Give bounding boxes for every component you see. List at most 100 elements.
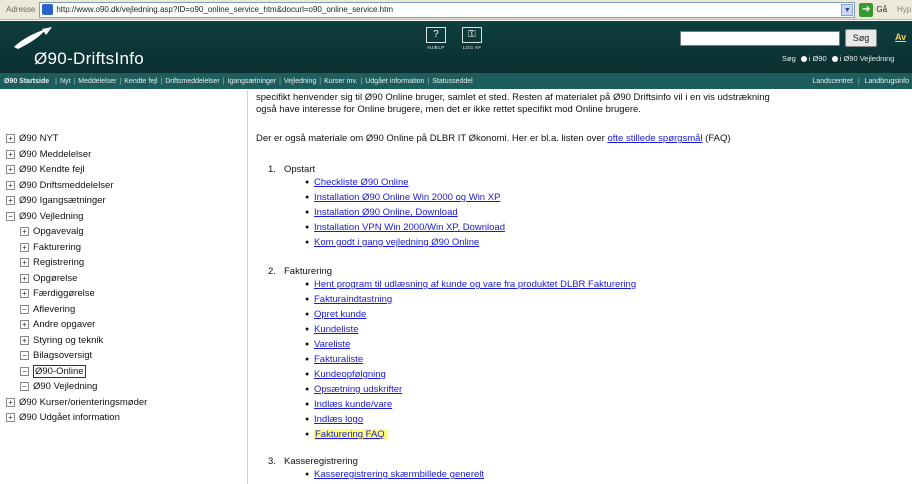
nav-item-nyt[interactable]: Nyt: [60, 78, 71, 85]
doc-link[interactable]: Kasseregistrering skærmbillede generelt: [314, 469, 484, 480]
tree-item[interactable]: + Fakturering: [0, 240, 247, 256]
doc-link[interactable]: Installation VPN Win 2000/Win XP, Downlo…: [314, 222, 505, 233]
doc-link-highlighted[interactable]: Fakturering FAQ: [314, 429, 388, 440]
nav-home[interactable]: Ø90 Startside: [0, 78, 52, 85]
expand-icon[interactable]: +: [6, 165, 15, 175]
expand-icon[interactable]: +: [6, 397, 15, 407]
logout-label: LOG AF: [462, 45, 482, 50]
doc-link[interactable]: Checkliste Ø90 Online: [314, 177, 409, 188]
tree-item[interactable]: + Ø90 Kendte fejl: [0, 162, 247, 178]
tree-item-label: Færdiggørelse: [33, 288, 95, 300]
scope-option-o90: i Ø90: [808, 54, 827, 63]
scope-radio-o90[interactable]: [800, 55, 807, 62]
nav-item-kendte-fejl[interactable]: Kendte fejl: [124, 78, 157, 85]
doc-link[interactable]: Opret kunde: [314, 309, 366, 320]
search-scope-label: Søg: [782, 54, 796, 63]
nav-item-igangsaetninger[interactable]: Igangsætninger: [227, 78, 276, 85]
nav-item-meddelelser[interactable]: Meddelelser: [78, 78, 116, 85]
scope-option-vejledning: i Ø90 Vejledning: [839, 54, 895, 63]
tree-item[interactable]: + Ø90 Driftsmeddelelser: [0, 178, 247, 194]
search-button[interactable]: Søg: [845, 29, 877, 47]
doc-link[interactable]: Hent program til udlæsning af kunde og v…: [314, 279, 636, 290]
tree-item[interactable]: + Opgørelse: [0, 271, 247, 287]
expand-icon[interactable]: +: [6, 196, 15, 206]
tree-item-label: Ø90 Udgået information: [19, 412, 120, 424]
tree-item-current[interactable]: − Ø90-Online: [0, 364, 247, 380]
doc-link[interactable]: Indlæs logo: [314, 414, 363, 425]
doc-link[interactable]: Opsætning udskrifter: [314, 384, 402, 395]
tree-item[interactable]: + Ø90 Igangsætninger: [0, 193, 247, 209]
doc-link[interactable]: Installation Ø90 Online, Download: [314, 207, 458, 218]
tree-item[interactable]: + Registrering: [0, 255, 247, 271]
tree-item[interactable]: + Ø90 Kurser/orienteringsmøder: [0, 395, 247, 411]
expand-icon[interactable]: +: [20, 227, 29, 237]
nav-bar: Ø90 Startside | Nyt | Meddelelser | Kend…: [0, 73, 912, 89]
help-button[interactable]: ? HJÆLP: [420, 27, 452, 50]
section-title: Fakturering: [284, 266, 333, 277]
intro-line: også have interesse for Online brugere, …: [256, 104, 641, 115]
tree-item[interactable]: − Ø90 Vejledning: [0, 379, 247, 395]
search-scope: Søg i Ø90 i Ø90 Vejledning: [782, 54, 894, 63]
expand-icon[interactable]: +: [20, 273, 29, 283]
section-heading: 2. Fakturering: [268, 266, 332, 277]
expand-icon[interactable]: +: [20, 335, 29, 345]
search-input[interactable]: [680, 31, 840, 46]
nav-item-landbrugsinfo[interactable]: Landbrugsinfo: [865, 78, 909, 85]
tree-item[interactable]: + Andre opgaver: [0, 317, 247, 333]
expand-icon[interactable]: +: [6, 413, 15, 423]
tree-item[interactable]: − Bilagsoversigt: [0, 348, 247, 364]
nav-item-landscentret[interactable]: Landscentret: [812, 78, 852, 85]
nav-item-vejledning[interactable]: Vejledning: [284, 78, 316, 85]
extra-link[interactable]: Av: [895, 32, 906, 42]
expand-icon[interactable]: +: [20, 320, 29, 330]
expand-icon[interactable]: +: [20, 258, 29, 268]
tree-item[interactable]: + Opgavevalg: [0, 224, 247, 240]
tree-item[interactable]: + Færdiggørelse: [0, 286, 247, 302]
bullet-icon: ●: [305, 209, 310, 216]
faq-link[interactable]: ofte stillede spørgsmål: [607, 133, 702, 144]
doc-link[interactable]: Vareliste: [314, 339, 350, 350]
help-icon: ?: [426, 27, 446, 43]
doc-link[interactable]: Kundeopfølgning: [314, 369, 386, 380]
expand-icon[interactable]: +: [6, 180, 15, 190]
expand-icon[interactable]: +: [20, 242, 29, 252]
go-button[interactable]: Gå: [873, 5, 887, 14]
bullet-icon: ●: [305, 179, 310, 186]
nav-item-kurser[interactable]: Kurser mv.: [324, 78, 357, 85]
expand-icon[interactable]: +: [20, 289, 29, 299]
tree-item[interactable]: + Styring og teknik: [0, 333, 247, 349]
links-toolbar-label[interactable]: Hyp: [887, 5, 911, 14]
tree-item[interactable]: − Aflevering: [0, 302, 247, 318]
collapse-icon[interactable]: −: [6, 211, 15, 221]
tree-item[interactable]: + Ø90 Meddelelser: [0, 147, 247, 163]
tree-item-label: Ø90 Igangsætninger: [19, 195, 106, 207]
bullet-icon: ●: [305, 401, 310, 408]
bullet-icon: ●: [305, 386, 310, 393]
logout-button[interactable]: ⚿ LOG AF: [456, 27, 488, 50]
main-content: specifikt henvender sig til Ø90 Online b…: [256, 90, 912, 484]
doc-link[interactable]: Fakturaliste: [314, 354, 363, 365]
doc-link[interactable]: Fakturaindtastning: [314, 294, 392, 305]
doc-link[interactable]: Indlæs kunde/vare: [314, 399, 392, 410]
tree-item[interactable]: + Ø90 NYT: [0, 131, 247, 147]
nav-item-statusseddel[interactable]: Statusseddel: [432, 78, 472, 85]
doc-link[interactable]: Kundeliste: [314, 324, 358, 335]
nav-item-driftsmeddelelser[interactable]: Driftsmeddelelser: [165, 78, 219, 85]
address-label: Adresse: [6, 5, 36, 14]
site-title: Ø90-DriftsInfo: [34, 49, 145, 68]
tree-item[interactable]: + Ø90 Udgået information: [0, 410, 247, 426]
doc-link[interactable]: Installation Ø90 Online Win 2000 og Win …: [314, 192, 500, 203]
chevron-down-icon[interactable]: ▼: [841, 3, 854, 16]
logo-icon: [14, 27, 52, 49]
bullet-icon: ●: [305, 311, 310, 318]
tree-item-label: Bilagsoversigt: [33, 350, 93, 362]
url-input[interactable]: http://www.o90.dk/vejledning.asp?ID=o90_…: [39, 1, 856, 18]
expand-icon[interactable]: +: [6, 149, 15, 159]
go-arrow-icon[interactable]: ➔: [859, 2, 874, 17]
nav-item-udgaaet[interactable]: Udgået information: [365, 78, 424, 85]
tree-item[interactable]: − Ø90 Vejledning: [0, 209, 247, 225]
expand-icon[interactable]: +: [6, 134, 15, 144]
doc-link[interactable]: Kom godt i gang vejledning Ø90 Online: [314, 237, 479, 248]
tree-item-label: Ø90 Meddelelser: [19, 148, 92, 160]
scope-radio-vejledning[interactable]: [831, 55, 838, 62]
